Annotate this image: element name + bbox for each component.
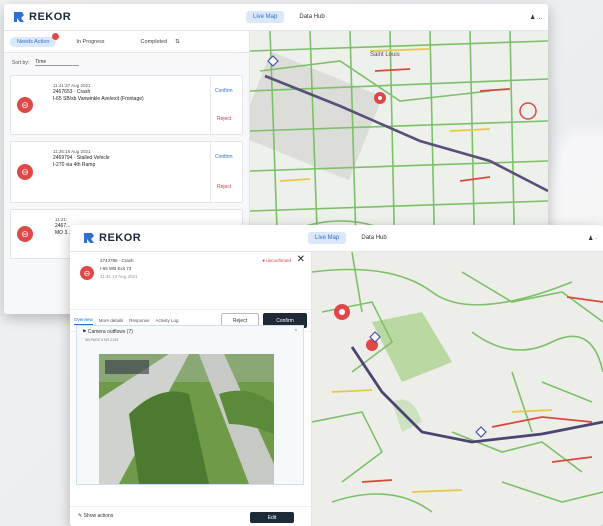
sort-select[interactable]: Time (35, 59, 80, 66)
filter-icon[interactable]: ⇅ (175, 39, 180, 45)
incident-time: 11:41 13 Aug 2021 (100, 274, 138, 279)
camera-feed-image[interactable] (99, 354, 274, 484)
card-actions: Confirm Reject (210, 142, 242, 202)
tab-in-progress[interactable]: In Progress (76, 39, 104, 45)
card-id: 2467653 · Crash (53, 89, 91, 95)
incident-card[interactable]: ⊖ 11:36:18 Aug 2021 2469794 · Stalled Ve… (10, 141, 243, 203)
reject-link[interactable]: Reject (217, 116, 231, 122)
tab-needs-action-label: Needs Action (17, 38, 50, 45)
close-icon[interactable]: ✕ (297, 254, 305, 265)
front-window: REKOR Live Map Data Hub ♟ · ⊖ 2743796 · … (70, 225, 603, 526)
tab-response[interactable]: Response (129, 318, 149, 323)
confirm-link[interactable]: Confirm (215, 154, 233, 160)
sort-label: Sort by: (12, 59, 30, 66)
incident-card[interactable]: ⊖ 11:41:37 Aug 2021 2467653 · Crash I-65… (10, 75, 243, 135)
top-bar: REKOR Live Map Data Hub ♟ ... (4, 4, 548, 31)
show-actions-toggle[interactable]: ✎ Show actions (78, 513, 113, 519)
card-id: 2469794 · Stalled Vehicle (53, 155, 110, 161)
card-desc: I-270 via 4th Ramp (53, 162, 96, 168)
logo-text: REKOR (29, 11, 72, 23)
card-desc: I-65 SB/sb Vanwinkle Ave/exit (Frontage) (53, 96, 144, 102)
traffic-map[interactable] (312, 252, 603, 526)
tab-activity-log[interactable]: Activity Log (156, 318, 179, 323)
card-text: 11:41:37 Aug 2021 2467653 · Crash I-65 S… (53, 82, 144, 103)
card-id: 2467... (55, 223, 71, 229)
card-actions: Confirm Reject (210, 76, 242, 134)
incident-detail-panel: ⊖ 2743796 · Crash I-65 WB Exit 73 11:41 … (70, 252, 312, 526)
show-actions-label: Show actions (83, 513, 114, 519)
edit-button[interactable]: Edit (250, 512, 294, 523)
card-time: 11:36:18 Aug 2021 (53, 149, 91, 154)
collapse-icon[interactable]: ⌃ (294, 329, 298, 335)
tab-overview[interactable]: Overview (74, 317, 93, 325)
logo: REKOR (82, 231, 141, 245)
incident-info: 2743796 · Crash I-65 WB Exit 73 11:41 13… (100, 257, 137, 281)
incident-header: ⊖ 2743796 · Crash I-65 WB Exit 73 11:41 … (70, 252, 311, 310)
camera-panel: ⚑ Camera outflows (7) ⌃ SB PAGE 5 NO-213… (76, 325, 304, 485)
card-desc: MO 3... (55, 230, 72, 236)
map-canvas[interactable] (312, 252, 603, 526)
logo: REKOR (12, 10, 71, 24)
camera-meta: SB PAGE 5 NO-2134 (85, 338, 119, 342)
screenshot-stage: REKOR Live Map Data Hub ♟ ... Needs Acti… (0, 0, 603, 526)
tab-live-map[interactable]: Live Map (246, 11, 285, 23)
notification-badge (52, 32, 60, 40)
rekor-logo-icon (84, 233, 94, 243)
main-nav: Live Map Data Hub (308, 232, 394, 244)
crash-icon: ⊖ (17, 97, 33, 113)
incident-location: I-65 WB Exit 73 (100, 266, 132, 271)
camera-title-text: Camera outflows (7) (87, 329, 133, 335)
rekor-logo-icon (14, 12, 24, 22)
camera-header: ⚑ Camera outflows (7) ⌃ (77, 326, 303, 338)
status-badge: ● unconfirmed (262, 258, 291, 263)
user-icon[interactable]: ♟ · (588, 235, 597, 242)
card-time: 11:21: (55, 217, 68, 222)
status-tabs: Needs Action In Progress Completed ⇅ (4, 31, 249, 53)
tab-needs-action[interactable]: Needs Action (10, 32, 60, 47)
main-nav: Live Map Data Hub (246, 11, 332, 23)
detail-footer: ✎ Show actions Edit (70, 506, 311, 526)
stalled-vehicle-icon: ⊖ (17, 164, 33, 180)
top-bar: REKOR Live Map Data Hub ♟ · (70, 225, 603, 252)
tab-data-hub[interactable]: Data Hub (292, 11, 331, 23)
tab-completed[interactable]: Completed (141, 39, 168, 45)
tab-data-hub[interactable]: Data Hub (354, 232, 393, 244)
card-text: 11:36:18 Aug 2021 2469794 · Stalled Vehi… (53, 148, 110, 169)
user-icon[interactable]: ♟ ... (530, 14, 542, 21)
sort-row: Sort by: Time (4, 53, 249, 72)
svg-text:Saint Louis: Saint Louis (370, 52, 400, 58)
reject-link[interactable]: Reject (217, 184, 231, 190)
logo-text: REKOR (99, 232, 142, 244)
incident-id: 2743796 · Crash (100, 258, 134, 263)
tab-more-details[interactable]: More details (99, 318, 124, 323)
crash-icon: ⊖ (80, 266, 94, 280)
confirm-link[interactable]: Confirm (215, 88, 233, 94)
crash-icon: ⊖ (17, 226, 33, 242)
camera-title: ⚑ Camera outflows (7) (82, 329, 133, 335)
card-text: 11:21: 2467... MO 3... (55, 216, 71, 237)
tab-live-map[interactable]: Live Map (308, 232, 347, 244)
camera-view (99, 354, 274, 484)
card-time: 11:41:37 Aug 2021 (53, 83, 91, 88)
